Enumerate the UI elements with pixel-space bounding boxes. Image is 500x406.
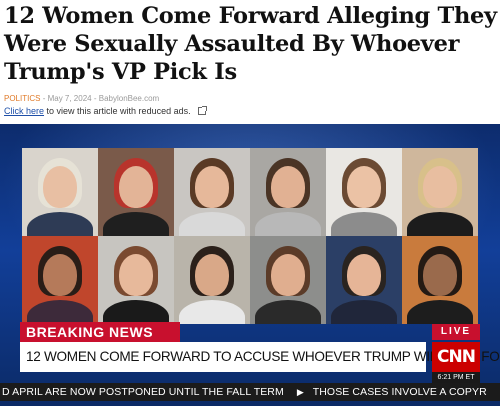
portrait-photo — [402, 148, 478, 236]
ticker-text-1: D APRIL ARE NOW POSTPONED UNTIL THE FALL… — [2, 386, 284, 398]
news-broadcast-image: BREAKING NEWS 12 WOMEN COME FORWARD TO A… — [0, 124, 500, 406]
external-link-icon[interactable] — [198, 106, 208, 115]
live-badge: LIVE — [432, 324, 480, 340]
cnn-logo: CNN — [432, 342, 480, 372]
portrait-photo — [22, 236, 98, 324]
chyron-banner: 12 WOMEN COME FORWARD TO ACCUSE WHOEVER … — [20, 342, 500, 372]
portrait-photo — [174, 236, 250, 324]
breaking-news-label: BREAKING NEWS — [20, 322, 180, 342]
headline-line-1: 12 Women Come Forward Alleging They — [4, 3, 497, 29]
headline-line-3: Trump's VP Pick Is — [4, 59, 237, 85]
portrait-photo — [174, 148, 250, 236]
reduced-ads-text: to view this article with reduced ads. — [46, 106, 191, 116]
headline-line-2: Were Sexually Assaulted By Whoever — [4, 31, 460, 57]
broadcast-time: 6:21 PM ET — [432, 372, 480, 383]
portrait-photo — [326, 148, 402, 236]
portrait-photo — [250, 236, 326, 324]
category-label[interactable]: POLITICS — [4, 94, 40, 103]
article-meta: POLITICS - May 7, 2024 - BabylonBee.com — [4, 94, 159, 103]
source-name: BabylonBee.com — [98, 94, 160, 103]
reduced-ads-link[interactable]: Click here — [4, 106, 44, 116]
portrait-photo — [98, 236, 174, 324]
portrait-photo — [22, 148, 98, 236]
ticker-text-2: THOSE CASES INVOLVE A COPYR — [312, 386, 487, 398]
publish-date: May 7, 2024 — [47, 94, 92, 103]
reduced-ads-notice: Click here to view this article with red… — [4, 106, 208, 116]
portrait-photo — [326, 236, 402, 324]
news-ticker: D APRIL ARE NOW POSTPONED UNTIL THE FALL… — [0, 383, 500, 401]
portrait-photo — [402, 236, 478, 324]
portrait-photo — [250, 148, 326, 236]
play-arrow-icon: ▶ — [296, 387, 304, 397]
portrait-photo — [98, 148, 174, 236]
photo-grid — [22, 148, 478, 324]
article-headline: 12 Women Come Forward Alleging They Were… — [4, 2, 498, 86]
